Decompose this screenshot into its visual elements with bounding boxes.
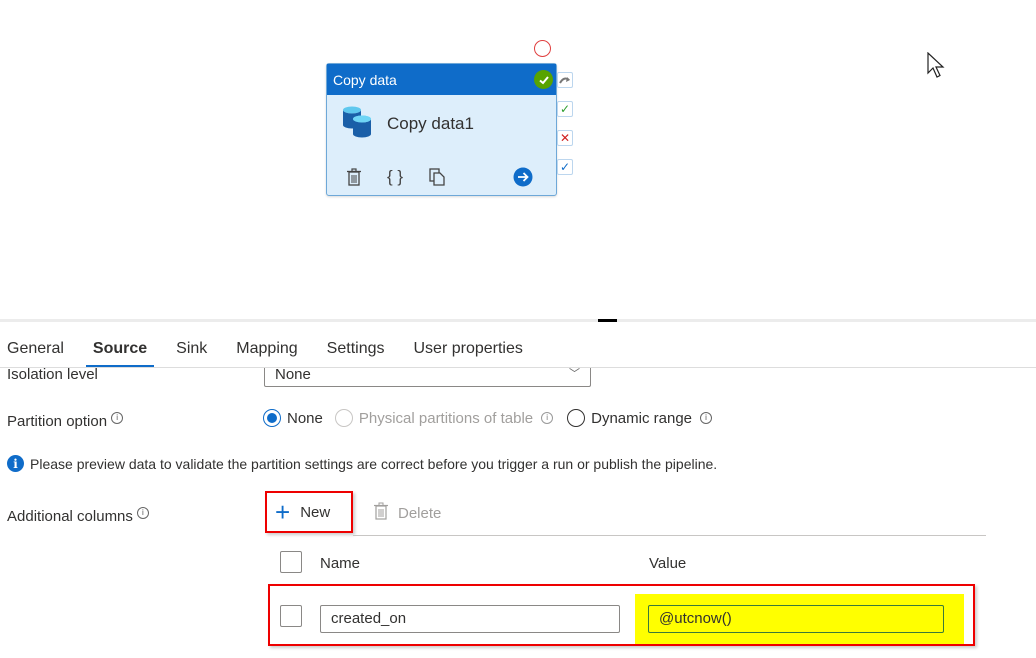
- radio-dynamic-range-label: Dynamic range: [591, 409, 693, 427]
- trash-icon: [374, 502, 388, 524]
- radio-none[interactable]: [263, 409, 281, 427]
- tab-user-properties[interactable]: User properties: [406, 334, 529, 364]
- toolbar-divider: [353, 535, 986, 536]
- success-connector-icon[interactable]: ✓: [557, 101, 573, 117]
- column-header-name: Name: [320, 555, 361, 572]
- partition-option-text: Partition option: [7, 413, 108, 430]
- isolation-level-select[interactable]: None ﹀: [264, 368, 591, 387]
- additional-columns-text: Additional columns: [7, 508, 133, 525]
- failure-connector-icon[interactable]: ✕: [557, 130, 573, 146]
- isolation-level-value: None: [275, 368, 311, 383]
- copy-data-activity[interactable]: Copy data Copy data1 { }: [326, 63, 557, 196]
- skip-connector-icon[interactable]: [557, 72, 573, 88]
- column-header-value: Value: [649, 555, 687, 572]
- column-name-input[interactable]: created_on: [320, 605, 620, 633]
- clone-icon[interactable]: [426, 166, 448, 188]
- info-icon[interactable]: i: [111, 412, 124, 424]
- radio-dynamic-range[interactable]: [567, 409, 586, 427]
- radio-physical-partitions-label: Physical partitions of table: [358, 409, 534, 427]
- info-icon[interactable]: i: [541, 412, 554, 424]
- completion-connector-icon[interactable]: ✓: [557, 159, 573, 175]
- radio-physical-partitions: [334, 409, 353, 427]
- delete-column-button[interactable]: Delete: [374, 502, 441, 524]
- plus-icon: +: [275, 497, 291, 527]
- splitter-handle[interactable]: [598, 319, 617, 322]
- tab-source[interactable]: Source: [85, 334, 155, 368]
- partition-notice: i Please preview data to validate the pa…: [7, 455, 717, 472]
- chevron-down-icon: ﹀: [569, 368, 580, 380]
- partition-option-label: Partition option i: [7, 412, 124, 430]
- activity-body: Copy data1: [327, 95, 556, 153]
- activity-type-label: Copy data: [333, 71, 397, 88]
- tab-sink[interactable]: Sink: [169, 334, 214, 364]
- properties-tabs: General Source Sink Mapping Settings Use…: [0, 334, 545, 368]
- new-column-button[interactable]: + New: [265, 491, 353, 533]
- tab-settings[interactable]: Settings: [320, 334, 392, 364]
- code-braces-icon[interactable]: { }: [384, 166, 406, 188]
- isolation-level-label: Isolation level: [7, 366, 98, 382]
- additional-columns-label: Additional columns i: [7, 507, 149, 525]
- breakpoint-circle-icon[interactable]: [534, 40, 551, 57]
- row-checkbox[interactable]: [280, 605, 302, 627]
- tab-mapping[interactable]: Mapping: [229, 334, 304, 364]
- select-all-checkbox[interactable]: [280, 551, 302, 573]
- activity-name: Copy data1: [387, 114, 474, 133]
- notice-text: Please preview data to validate the part…: [30, 455, 718, 472]
- go-arrow-icon[interactable]: [512, 166, 534, 188]
- activity-actions: { }: [327, 163, 556, 191]
- partition-option-radios: None Physical partitions of table i Dyna…: [263, 409, 713, 427]
- info-icon[interactable]: i: [700, 412, 713, 424]
- delete-label: Delete: [398, 504, 442, 522]
- success-check-icon: [534, 70, 553, 89]
- tab-general[interactable]: General: [0, 334, 71, 364]
- mouse-cursor-icon: [926, 51, 946, 85]
- isolation-level-text: Isolation level: [7, 366, 98, 382]
- pipeline-canvas[interactable]: Copy data Copy data1 { } ✓ ✕ ✓: [0, 0, 1036, 320]
- column-value-input[interactable]: @utcnow(): [648, 605, 944, 633]
- panel-splitter[interactable]: [0, 319, 1036, 322]
- radio-none-label: None: [287, 409, 323, 427]
- delete-icon[interactable]: [343, 166, 365, 188]
- new-label: New: [300, 503, 331, 521]
- info-filled-icon: i: [7, 455, 24, 472]
- database-icon: [341, 105, 373, 144]
- activity-header: Copy data: [327, 64, 556, 95]
- info-icon[interactable]: i: [136, 507, 149, 519]
